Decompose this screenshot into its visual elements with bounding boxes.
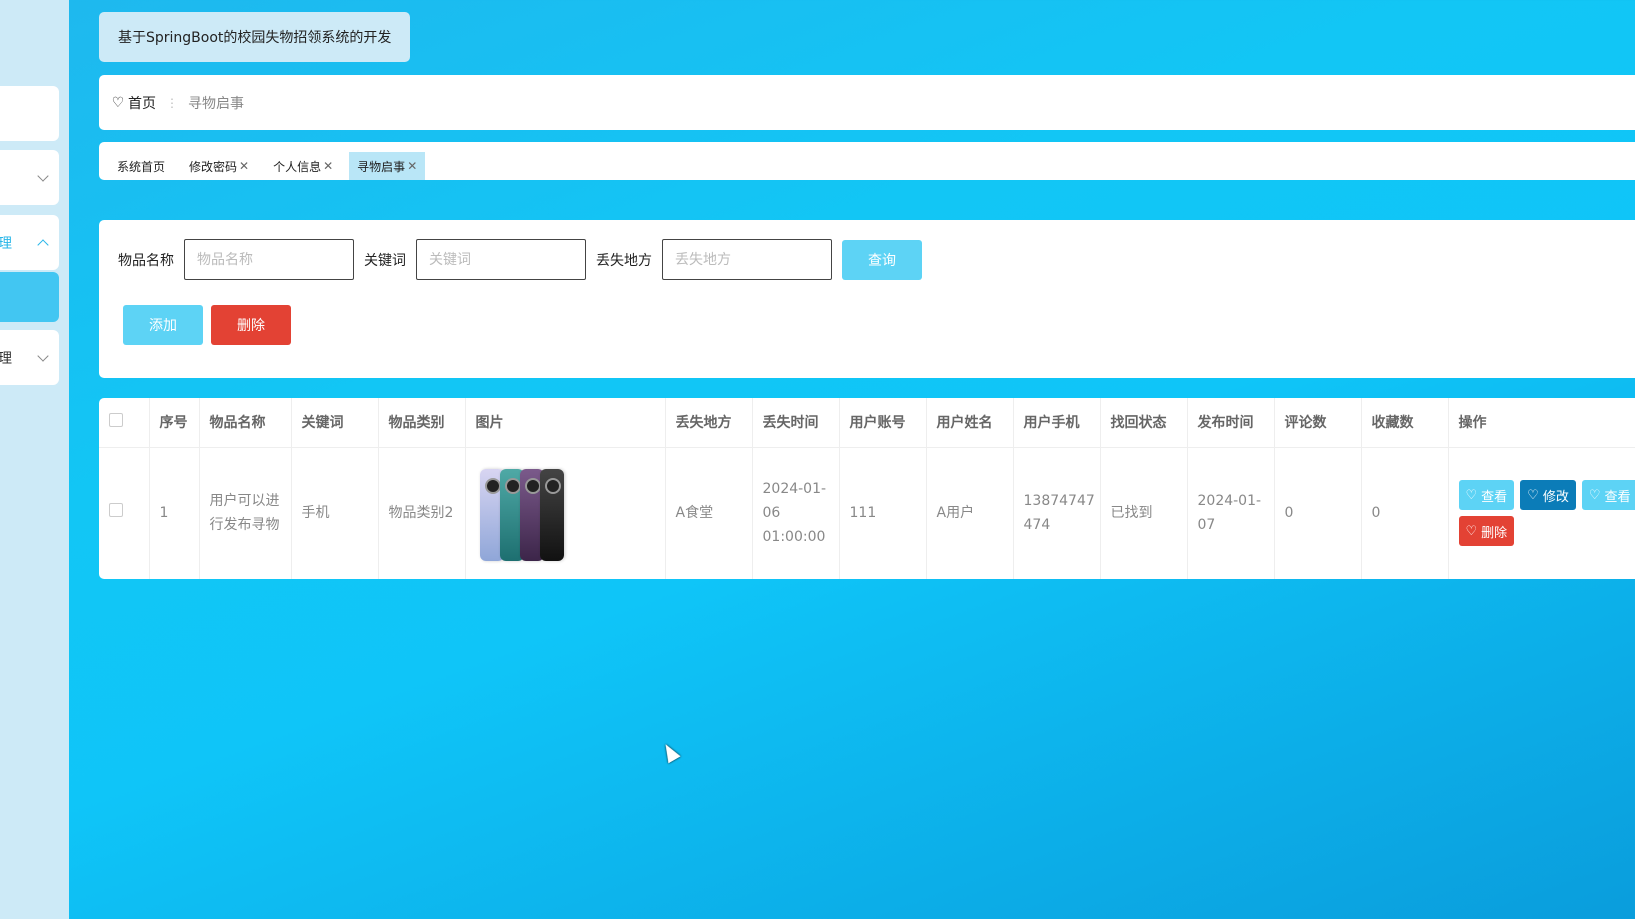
chevron-down-icon [37, 169, 49, 182]
cell-keyword: 手机 [291, 447, 379, 579]
sidebar-item-5[interactable]: 理 [0, 330, 59, 385]
keyword-label: 关键词 [364, 252, 406, 269]
col-header: 用户账号 [839, 398, 927, 448]
row-select-cell [99, 447, 150, 579]
tab-home[interactable]: 系统首页 [109, 152, 173, 180]
add-button[interactable]: 添加 [123, 305, 203, 345]
tab-profile[interactable]: 个人信息 ✕ [265, 152, 341, 180]
heart-icon: ♡ [1465, 487, 1478, 503]
row-delete-button[interactable]: ♡ 删除 [1458, 516, 1515, 547]
col-header: 物品名称 [199, 398, 292, 448]
app-title-box: 基于SpringBoot的校园失物招领系统的开发 [99, 12, 410, 62]
cell-phone: 13874747474 [1013, 447, 1101, 579]
heart-icon: ♡ [1588, 487, 1601, 503]
col-header: 图片 [465, 398, 666, 448]
search-fields: 物品名称 关键词 丢失地方 查询 [118, 239, 922, 280]
tab-change-password[interactable]: 修改密码 ✕ [181, 152, 257, 180]
action-buttons: ♡ 查看 ♡ 修改 ♡ 查看 ♡ 删除 [1458, 480, 1635, 547]
col-header: 用户手机 [1013, 398, 1101, 448]
search-panel: 物品名称 关键词 丢失地方 查询 添加 删除 [99, 220, 1635, 378]
keyword-input[interactable] [416, 239, 586, 280]
edit-button[interactable]: ♡ 修改 [1520, 480, 1576, 511]
chevron-down-icon [37, 349, 49, 362]
col-header: 用户姓名 [926, 398, 1014, 448]
sidebar-item-label: 理 [0, 235, 12, 252]
col-header: 关键词 [291, 398, 379, 448]
row-checkbox[interactable] [109, 503, 123, 518]
chevron-up-icon [37, 238, 49, 251]
tab-label: 个人信息 [273, 159, 322, 174]
breadcrumb-home-label: 首页 [128, 95, 156, 112]
edit-label: 修改 [1542, 489, 1569, 505]
cell-category: 物品类别2 [378, 447, 466, 579]
col-header: 发布时间 [1187, 398, 1275, 448]
cell-publish-time: 2024-01-07 [1187, 447, 1275, 579]
app-title: 基于SpringBoot的校园失物招领系统的开发 [118, 30, 392, 46]
delete-button[interactable]: 删除 [211, 305, 291, 345]
select-all-cell [99, 398, 150, 448]
breadcrumb: ♡ 首页 ⋮ 寻物启事 [99, 75, 1635, 130]
query-button[interactable]: 查询 [842, 239, 922, 280]
place-label: 丢失地方 [596, 252, 652, 269]
phone-image[interactable] [476, 465, 665, 562]
sidebar: 理 理 [0, 0, 69, 919]
cell-image [465, 447, 666, 579]
view-comments-button[interactable]: ♡ 查看 [1581, 480, 1635, 511]
col-header: 丢失时间 [752, 398, 840, 448]
tab-label: 修改密码 [189, 159, 238, 174]
tab-bar: 系统首页 修改密码 ✕ 个人信息 ✕ 寻物启事 ✕ [99, 142, 1635, 180]
tab-label: 寻物启事 [357, 159, 406, 174]
select-all-checkbox[interactable] [109, 413, 123, 428]
lost-place-input[interactable] [662, 239, 832, 280]
cell-account: 111 [839, 447, 927, 579]
breadcrumb-current: 寻物启事 [188, 95, 244, 112]
table-header-row: 序号 物品名称 关键词 物品类别 图片 丢失地方 丢失时间 用户账号 用户姓名 … [99, 398, 1635, 448]
col-header: 序号 [149, 398, 200, 448]
view-label: 查看 [1604, 489, 1631, 505]
close-icon[interactable]: ✕ [407, 159, 417, 173]
cell-status: 已找到 [1100, 447, 1188, 579]
delete-label: 删除 [1481, 525, 1508, 541]
cell-actions: ♡ 查看 ♡ 修改 ♡ 查看 ♡ 删除 [1448, 447, 1635, 579]
mouse-cursor [659, 740, 681, 764]
col-header: 找回状态 [1100, 398, 1188, 448]
close-icon[interactable]: ✕ [323, 159, 333, 173]
breadcrumb-separator: ⋮ [166, 95, 178, 110]
cell-favorites: 0 [1361, 447, 1449, 579]
data-table: 序号 物品名称 关键词 物品类别 图片 丢失地方 丢失时间 用户账号 用户姓名 … [99, 398, 1635, 579]
heart-icon: ♡ [111, 94, 125, 111]
sidebar-item-1[interactable] [0, 86, 59, 141]
col-header: 收藏数 [1361, 398, 1449, 448]
sidebar-item-3[interactable]: 理 [0, 215, 59, 270]
name-label: 物品名称 [118, 252, 174, 269]
col-header: 评论数 [1274, 398, 1362, 448]
view-label: 查看 [1481, 489, 1508, 505]
cell-username: A用户 [926, 447, 1014, 579]
heart-icon: ♡ [1527, 487, 1539, 503]
sidebar-item-label: 理 [0, 350, 12, 367]
sidebar-subitem-active[interactable] [0, 272, 59, 322]
tab-label: 系统首页 [117, 159, 166, 174]
sidebar-item-2[interactable] [0, 150, 59, 205]
cell-lost-time: 2024-01-06 01:00:00 [752, 447, 840, 579]
item-name-input[interactable] [184, 239, 354, 280]
cell-index: 1 [149, 447, 200, 579]
view-button[interactable]: ♡ 查看 [1458, 480, 1515, 511]
tab-lost-notice[interactable]: 寻物启事 ✕ [349, 152, 426, 180]
table-row: 1 用户可以进行发布寻物 手机 物品类别2 A食堂 2024-01-06 01:… [99, 447, 1635, 579]
cell-comments: 0 [1274, 447, 1362, 579]
heart-icon: ♡ [1465, 523, 1478, 539]
cell-lost-place: A食堂 [665, 447, 753, 579]
cell-item-name: 用户可以进行发布寻物 [199, 447, 292, 579]
col-header: 丢失地方 [665, 398, 753, 448]
breadcrumb-home[interactable]: ♡ 首页 [111, 93, 156, 113]
col-header: 操作 [1448, 398, 1635, 448]
close-icon[interactable]: ✕ [239, 159, 249, 173]
col-header: 物品类别 [378, 398, 466, 448]
